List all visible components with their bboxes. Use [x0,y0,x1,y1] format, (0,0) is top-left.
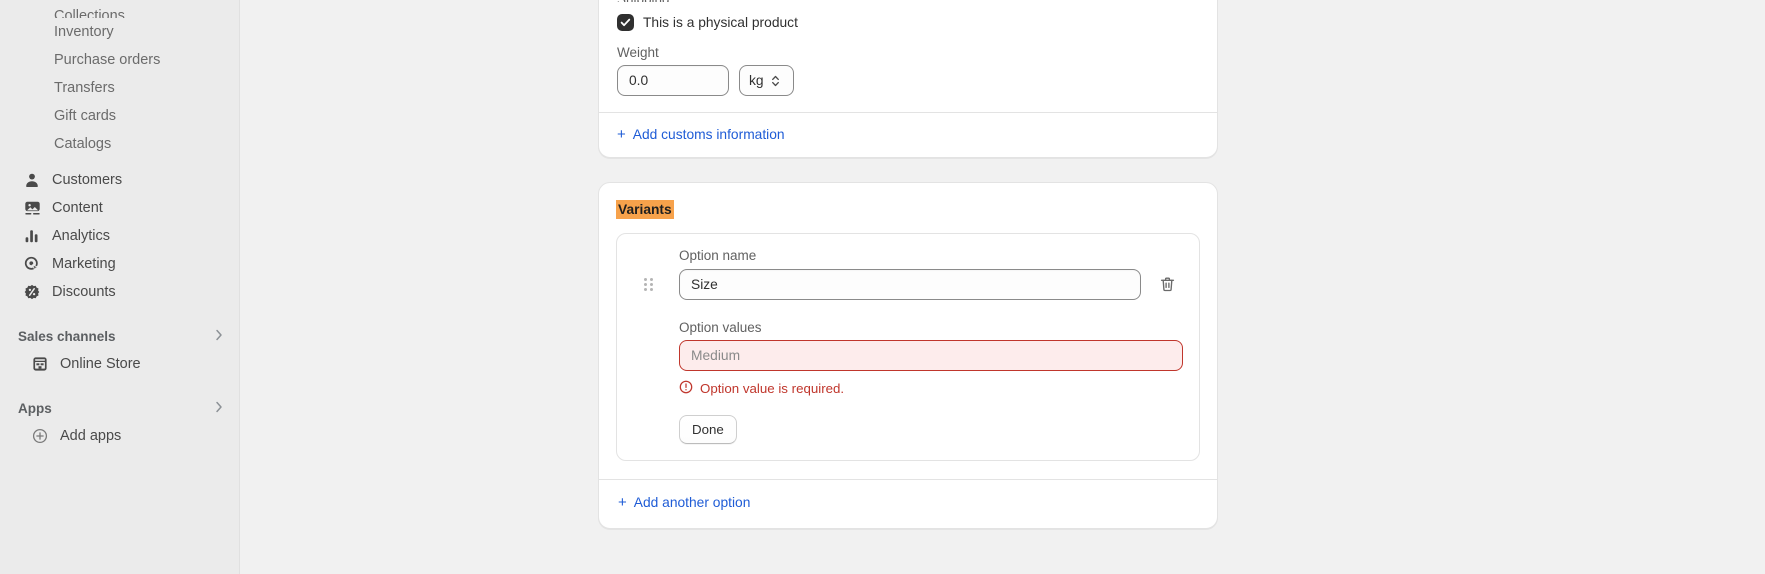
bar-chart-icon [22,226,42,246]
chevron-up-down-icon [771,74,780,88]
sidebar-item-content[interactable]: Content [8,194,231,222]
sidebar-section-label: Sales channels [18,328,116,344]
add-another-option-link[interactable]: + Add another option [618,495,750,510]
sidebar-item-label: Customers [52,171,123,188]
sidebar-item-label: Inventory [54,23,114,40]
weight-unit-value: kg [749,73,764,88]
done-button[interactable]: Done [679,415,737,445]
sidebar-section-sales-channels[interactable]: Sales channels [8,322,231,350]
physical-product-label: This is a physical product [643,15,798,30]
variants-title: Variants [616,200,674,220]
sidebar-item-purchase-orders[interactable]: Purchase orders [8,46,231,74]
sidebar-item-label: Gift cards [54,107,117,124]
sidebar-section-label: Apps [18,400,52,416]
weight-label: Weight [617,45,659,60]
sidebar-item-inventory[interactable]: Inventory [8,18,231,46]
sidebar-item-customers[interactable]: Customers [8,166,231,194]
chevron-right-icon [215,329,223,343]
sidebar-item-label: Content [52,199,103,216]
option-name-input[interactable] [679,268,1141,300]
sidebar-item-collections[interactable]: Collections [8,0,231,18]
plus-icon: + [617,126,626,143]
plus-icon: + [618,494,627,512]
add-another-option-label: Add another option [633,495,751,511]
physical-product-row[interactable]: This is a physical product [617,14,1199,31]
main-content-area: Shipping This is a physical product Weig… [240,0,1765,574]
sidebar-item-label: Discounts [52,283,116,300]
add-customs-information-label: Add customs information [632,127,785,142]
sidebar-item-label: Add apps [60,427,122,444]
option-values-input[interactable] [679,340,1183,372]
shipping-card-body: This is a physical product Weight kg [599,2,1217,112]
sidebar-item-label: Purchase orders [54,51,161,68]
content-image-icon [22,198,42,218]
weight-unit-select[interactable]: kg [739,65,794,96]
plus-circle-icon [30,426,50,446]
storefront-icon [30,354,50,374]
shopify-admin-product-page: Collections Inventory Purchase orders Tr… [0,0,1765,574]
weight-input[interactable] [617,65,729,96]
chevron-right-icon [215,401,223,415]
option-values-block: Option values Option value is required. [679,320,1183,445]
person-icon [22,170,42,190]
variants-card: Variants Option name Size Option values … [598,182,1218,530]
sidebar-item-online-store[interactable]: Online Store [8,350,231,378]
sidebar-item-add-apps[interactable]: Add apps [8,422,231,450]
physical-product-checkbox[interactable] [617,14,634,31]
add-customs-information-link[interactable]: + Add customs information [617,127,785,142]
sidebar-item-gift-cards[interactable]: Gift cards [8,102,231,130]
error-circle-icon [679,380,693,397]
discount-badge-icon [22,282,42,302]
sidebar-navigation: Collections Inventory Purchase orders Tr… [0,0,240,574]
option-value-error: Option value is required. [679,380,1183,397]
sidebar-item-label: Collections [54,7,125,18]
sidebar-item-analytics[interactable]: Analytics [8,222,231,250]
add-option-row: + Add another option [599,480,1217,528]
sidebar-item-transfers[interactable]: Transfers [8,74,231,102]
sidebar-section-apps[interactable]: Apps [8,394,231,422]
sidebar-item-label: Transfers [54,79,115,96]
product-form-column: Shipping This is a physical product Weig… [598,0,1218,530]
sidebar-item-label: Marketing [52,255,116,272]
customs-link-row: + Add customs information [599,113,1217,157]
option-name-label: Option name [679,248,757,264]
sidebar-item-catalogs[interactable]: Catalogs [8,130,231,158]
option-name-row [633,268,1183,300]
target-cursor-icon [22,254,42,274]
drag-handle-icon[interactable] [633,277,663,291]
sidebar-item-label: Catalogs [54,135,112,152]
sidebar-item-discounts[interactable]: Discounts [8,278,231,306]
variant-option-editor: Option name Size Option values Medium Op… [616,233,1200,462]
delete-option-button[interactable] [1151,268,1183,300]
option-values-label: Option values [679,320,762,336]
sidebar-item-marketing[interactable]: Marketing [8,250,231,278]
weight-field-row: kg [617,65,1199,96]
sidebar-item-label: Online Store [60,355,141,372]
sidebar-item-label: Analytics [52,227,111,244]
option-value-error-text: Option value is required. [700,381,845,397]
shipping-card: Shipping This is a physical product Weig… [598,0,1218,158]
